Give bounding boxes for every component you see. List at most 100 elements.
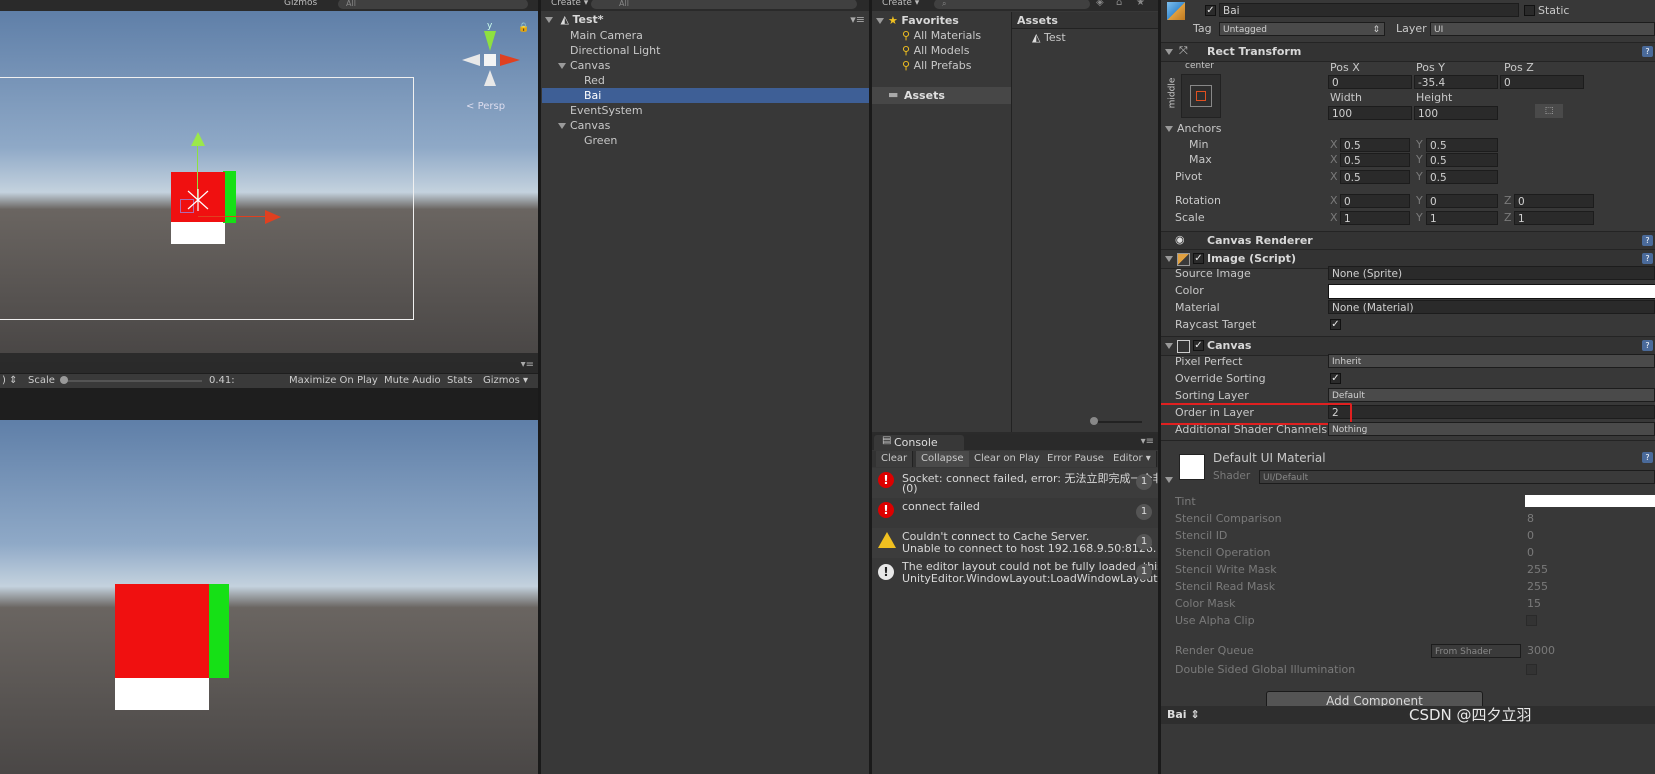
console-message[interactable]: Couldn't connect to Cache Server. Unable… (872, 528, 1158, 558)
mute-audio-button[interactable]: Mute Audio (384, 375, 441, 386)
rot-y-field[interactable]: 0 (1426, 194, 1498, 208)
rect-transform-header[interactable]: ⤧ Rect Transform ? (1161, 42, 1655, 62)
expand-icon[interactable] (1165, 477, 1173, 483)
expand-icon[interactable] (1165, 126, 1173, 132)
hierarchy-item-selected[interactable]: Bai (542, 88, 869, 103)
hierarchy-search-input[interactable]: All (591, 0, 857, 9)
scene-gizmos-button[interactable]: Gizmos (284, 0, 317, 8)
rot-x-field[interactable]: 0 (1340, 194, 1410, 208)
image-enabled-checkbox[interactable]: ✓ (1193, 253, 1204, 264)
expand-icon[interactable] (1165, 256, 1173, 262)
color-swatch[interactable] (1328, 284, 1655, 299)
divider[interactable] (869, 0, 872, 774)
gizmo-y-cone[interactable] (484, 31, 496, 51)
divider[interactable] (538, 0, 541, 774)
gizmo-negx-cone[interactable] (462, 54, 480, 66)
lock-icon[interactable]: 🔒 (518, 23, 529, 33)
gizmo-negy-cone[interactable] (484, 70, 496, 86)
anchor-preset-button[interactable] (1181, 74, 1221, 118)
favorites-star-icon[interactable]: ★ (1136, 0, 1145, 8)
scale-y-field[interactable]: 1 (1426, 211, 1498, 225)
raycast-target-checkbox[interactable]: ✓ (1330, 319, 1341, 330)
scale-z-field[interactable]: 1 (1514, 211, 1594, 225)
favorite-item[interactable]: ⚲ All Models (902, 44, 969, 57)
scene-viewport[interactable]: y 🔒 < Persp (0, 11, 538, 353)
game-view[interactable]: ▾≡ ) ⇕ Scale 0.41: Maximize On Play Mute… (0, 362, 538, 774)
hierarchy-menu-icon[interactable]: ▾≡ (850, 13, 865, 26)
canvas-enabled-checkbox[interactable]: ✓ (1193, 340, 1204, 351)
help-icon[interactable]: ? (1642, 253, 1653, 264)
hierarchy-item[interactable]: EventSystem (570, 104, 643, 117)
material-prop-value[interactable]: 0 (1527, 546, 1534, 559)
hierarchy-item[interactable]: Canvas (558, 119, 610, 132)
project-create-button[interactable]: Create ▾ (882, 0, 919, 8)
active-checkbox[interactable]: ✓ (1205, 5, 1216, 16)
expand-icon[interactable] (876, 18, 884, 24)
scale-x-field[interactable]: 1 (1340, 211, 1410, 225)
source-image-field[interactable]: None (Sprite) (1328, 266, 1655, 280)
gizmo-center-cube[interactable] (484, 54, 496, 66)
console-clear-button[interactable]: Clear (876, 451, 914, 467)
help-icon[interactable]: ? (1642, 452, 1653, 463)
console-collapse-button[interactable]: Collapse (916, 451, 970, 467)
shader-dropdown[interactable]: UI/Default (1259, 470, 1655, 484)
game-gizmos-button[interactable]: Gizmos ▾ (483, 375, 528, 386)
expand-icon[interactable] (1165, 49, 1173, 55)
layer-dropdown[interactable]: UI (1430, 22, 1655, 36)
console-clear-on-play-button[interactable]: Clear on Play (969, 451, 1046, 467)
alpha-clip-checkbox[interactable] (1526, 615, 1537, 626)
blueprint-mode-button[interactable]: ⬚ (1535, 104, 1563, 118)
override-sorting-checkbox[interactable]: ✓ (1330, 373, 1341, 384)
rot-z-field[interactable]: 0 (1514, 194, 1594, 208)
game-scale-slider[interactable] (62, 380, 202, 382)
maximize-on-play-button[interactable]: Maximize On Play (289, 375, 378, 386)
material-prop-value[interactable]: 8 (1527, 512, 1534, 525)
anchor-max-x-field[interactable]: 0.5 (1340, 153, 1410, 167)
move-gizmo-y-arrow[interactable] (191, 132, 205, 146)
tint-swatch[interactable] (1525, 495, 1655, 507)
game-scale-thumb[interactable] (60, 376, 68, 384)
pixel-perfect-dropdown[interactable]: Inherit (1328, 354, 1655, 368)
expand-icon[interactable] (558, 123, 566, 129)
material-preview[interactable] (1179, 454, 1205, 480)
game-display-dropdown[interactable]: ) ⇕ (2, 375, 17, 386)
asset-item[interactable]: ◭ Test (1032, 31, 1066, 44)
material-field[interactable]: None (Material) (1328, 300, 1655, 314)
anchor-max-y-field[interactable]: 0.5 (1426, 153, 1498, 167)
assets-folder-row[interactable]: ▬ Assets (872, 87, 1011, 104)
console-editor-dropdown[interactable]: Editor ▾ (1108, 451, 1157, 467)
material-prop-value[interactable]: 0 (1527, 529, 1534, 542)
pos-x-field[interactable]: 0 (1328, 75, 1412, 89)
asset-size-thumb[interactable] (1090, 417, 1098, 425)
render-queue-value[interactable]: 3000 (1527, 644, 1555, 657)
expand-icon[interactable] (1165, 343, 1173, 349)
hierarchy-create-button[interactable]: Create ▾ (551, 0, 588, 8)
console-menu-icon[interactable]: ▾≡ (1141, 436, 1154, 447)
scene-view[interactable]: Gizmos All y 🔒 < Persp (0, 0, 538, 360)
tab-console[interactable]: ▤ Console (874, 435, 964, 450)
gizmo-x-cone[interactable] (500, 54, 520, 66)
sorting-layer-dropdown[interactable]: Default (1328, 388, 1655, 402)
divider[interactable] (1158, 0, 1161, 774)
canvas-component-header[interactable]: ✓ Canvas ? (1161, 336, 1655, 356)
orientation-gizmo[interactable]: y (462, 21, 522, 97)
expand-icon[interactable] (558, 63, 566, 69)
console-message[interactable]: ! Socket: connect failed, error: 无法立即完成一… (872, 468, 1158, 498)
canvas-renderer-header[interactable]: ◉ Canvas Renderer ? (1161, 231, 1655, 251)
render-queue-mode-dropdown[interactable]: From Shader (1431, 644, 1521, 658)
console-message[interactable]: ! connect failed 1 (872, 498, 1158, 528)
width-field[interactable]: 100 (1328, 106, 1412, 120)
static-checkbox[interactable] (1524, 5, 1535, 16)
filter-by-label-icon[interactable]: ⌂ (1116, 0, 1122, 8)
project-search-input[interactable]: ⌕ (934, 0, 1090, 9)
game-viewport[interactable] (0, 420, 538, 774)
help-icon[interactable]: ? (1642, 340, 1653, 351)
console-message[interactable]: ! The editor layout could not be fully l… (872, 558, 1158, 588)
favorite-item[interactable]: ⚲ All Materials (902, 29, 981, 42)
favorites-row[interactable]: ★ Favorites (876, 14, 959, 27)
console-error-pause-button[interactable]: Error Pause (1042, 451, 1110, 467)
material-prop-value[interactable]: 255 (1527, 580, 1548, 593)
pivot-x-field[interactable]: 0.5 (1340, 170, 1410, 184)
favorite-item[interactable]: ⚲ All Prefabs (902, 59, 972, 72)
game-tab-menu-icon[interactable]: ▾≡ (521, 362, 534, 370)
